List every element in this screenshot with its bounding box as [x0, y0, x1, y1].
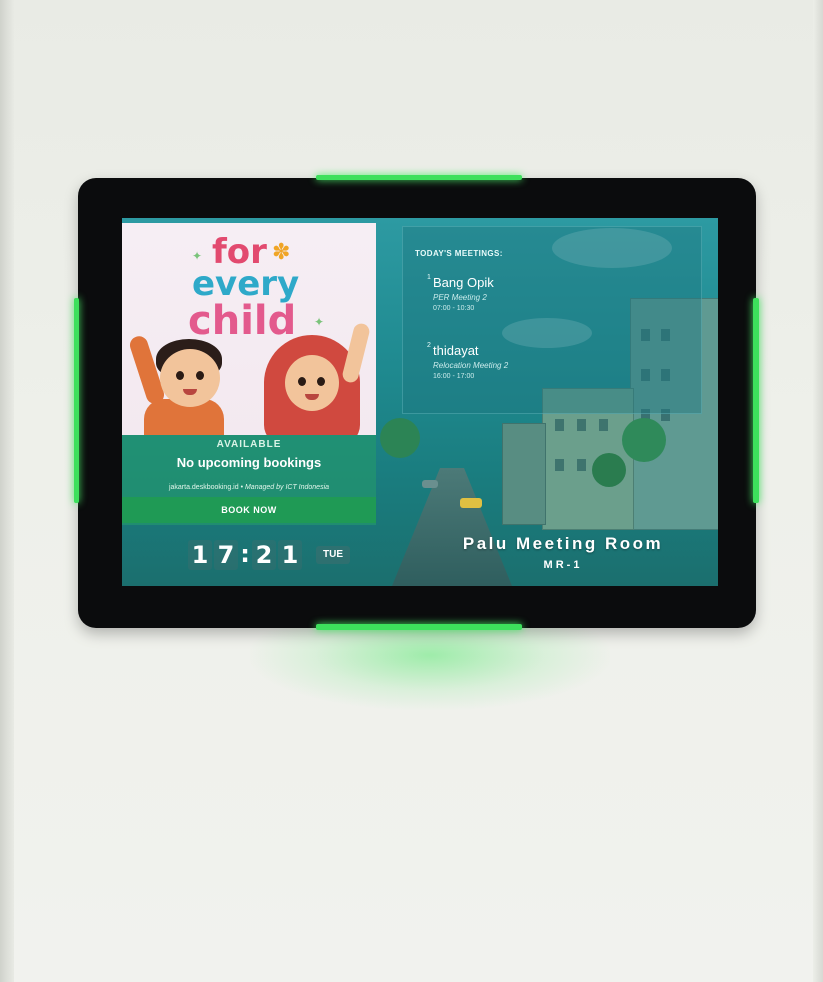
girl-face [285, 355, 339, 411]
girl-eye [317, 377, 325, 386]
building-window [599, 419, 608, 431]
building-window [577, 419, 586, 431]
availability-text: No upcoming bookings [176, 455, 322, 470]
tree [622, 418, 666, 462]
poster-word-child: child [188, 298, 297, 344]
meeting-index: 2 [427, 342, 431, 349]
meeting-index: 1 [427, 274, 431, 281]
footer-separator: • [240, 484, 244, 491]
campaign-poster: ✦ ✦ for ✽ every child [122, 223, 376, 435]
girl-eye [298, 377, 306, 386]
meeting-item[interactable]: 2 thidayat Relocation Meeting 2 16:00 - … [427, 342, 509, 380]
boy-eye [176, 371, 184, 380]
boy-eye [196, 371, 204, 380]
sparkle-icon: ✦ [192, 249, 203, 263]
book-now-button[interactable]: BOOK NOW [122, 497, 376, 523]
availability-label: AVAILABLE [216, 439, 282, 450]
availability-panel: AVAILABLE No upcoming bookings jakarta.d… [122, 435, 376, 525]
led-bar-left [74, 298, 79, 503]
led-bar-right [753, 298, 759, 503]
clock-hour-ones: 7 [214, 540, 238, 570]
clock-hour-tens: 1 [188, 540, 212, 570]
meetings-title: TODAY'S MEETINGS: [415, 249, 503, 258]
room-code: MR-1 [543, 559, 583, 571]
wall-edge-right [813, 0, 823, 982]
building-window [577, 459, 586, 471]
car [460, 498, 482, 508]
day-badge: TUE [316, 546, 350, 564]
managed-by-text: Managed by ICT Indonesia [244, 484, 330, 491]
boy-face [160, 349, 220, 407]
tree [592, 453, 626, 487]
todays-meetings-panel: TODAY'S MEETINGS: 1 Bang Opik PER Meetin… [402, 226, 702, 414]
flower-icon: ✽ [272, 239, 291, 264]
booking-site-link[interactable]: jakarta.deskbooking.id [169, 484, 239, 491]
boy-mouth [183, 389, 197, 395]
car [422, 480, 438, 488]
meeting-title: PER Meeting 2 [433, 293, 487, 302]
meeting-host: Bang Opik [433, 275, 494, 290]
led-bar-bottom [316, 624, 522, 630]
girl-mouth [305, 394, 319, 400]
meeting-time: 07:00 - 10:30 [433, 305, 475, 312]
clock-minute-tens: 2 [252, 540, 276, 570]
wall-edge-left [0, 0, 14, 982]
led-bar-top [316, 175, 522, 180]
building [502, 423, 546, 525]
meeting-time: 16:00 - 17:00 [433, 373, 475, 380]
tree [380, 418, 420, 458]
room-name: Palu Meeting Room [462, 534, 664, 553]
footer-info: jakarta.deskbooking.id • Managed by ICT … [124, 484, 374, 491]
meeting-item[interactable]: 1 Bang Opik PER Meeting 2 07:00 - 10:30 [427, 274, 494, 312]
building-window [555, 419, 564, 431]
meeting-title: Relocation Meeting 2 [433, 361, 509, 370]
poster-word-every: every [192, 264, 300, 304]
building-window [555, 459, 564, 471]
sparkle-icon: ✦ [314, 315, 325, 329]
meeting-host: thidayat [433, 343, 479, 358]
clock-minute-ones: 1 [278, 540, 302, 570]
room-display-screen: ✦ ✦ for ✽ every child AVAILABLE No upcom… [122, 218, 718, 586]
clock-colon: : [240, 540, 250, 568]
